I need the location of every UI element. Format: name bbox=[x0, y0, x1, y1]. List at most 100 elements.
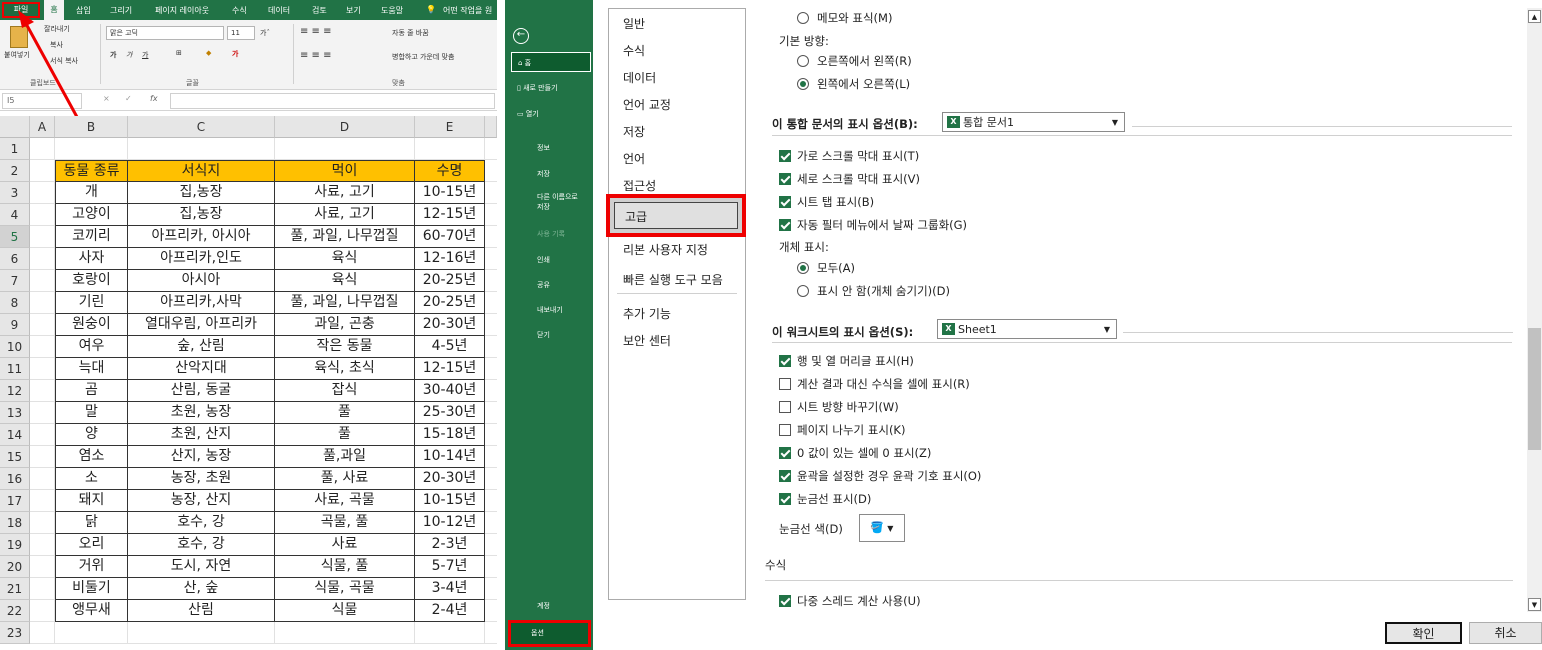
table-cell[interactable]: 12-16년 bbox=[415, 248, 485, 270]
table-cell[interactable]: 소 bbox=[55, 468, 128, 490]
row-header-2[interactable]: 2 bbox=[0, 160, 30, 182]
table-cell[interactable]: 산, 숲 bbox=[128, 578, 275, 600]
table-cell[interactable]: 개 bbox=[55, 182, 128, 204]
table-cell[interactable]: 초원, 농장 bbox=[128, 402, 275, 424]
backstage-save[interactable]: 저장 bbox=[531, 164, 611, 184]
backstage-options[interactable]: 옵션 bbox=[508, 620, 591, 647]
checkbox-checked[interactable] bbox=[779, 447, 791, 459]
tab-data[interactable]: 데이터 bbox=[268, 5, 290, 16]
table-cell[interactable]: 10-12년 bbox=[415, 512, 485, 534]
table-cell[interactable]: 고양이 bbox=[55, 204, 128, 226]
nav-proofing[interactable]: 언어 교정 bbox=[623, 96, 671, 113]
table-cell[interactable]: 호수, 강 bbox=[128, 534, 275, 556]
table-cell[interactable]: 30-40년 bbox=[415, 380, 485, 402]
table-cell[interactable]: 오리 bbox=[55, 534, 128, 556]
option-sheet-tabs[interactable]: 시트 탭 표시(B) bbox=[779, 194, 874, 210]
table-cell[interactable]: 열대우림, 아프리카 bbox=[128, 314, 275, 336]
table-cell[interactable]: 10-15년 bbox=[415, 182, 485, 204]
row-header-13[interactable]: 13 bbox=[0, 402, 30, 424]
tab-view[interactable]: 보기 bbox=[346, 5, 361, 16]
cancel-button[interactable]: 취소 bbox=[1469, 622, 1542, 644]
row-header-19[interactable]: 19 bbox=[0, 534, 30, 556]
table-cell[interactable]: 4-5년 bbox=[415, 336, 485, 358]
tab-review[interactable]: 검토 bbox=[312, 5, 327, 16]
align-top-icon[interactable]: ≡ ≡ ≡ bbox=[300, 26, 332, 37]
table-cell[interactable]: 20-30년 bbox=[415, 314, 485, 336]
option-memo-indicator[interactable]: 메모와 표식(M) bbox=[797, 10, 892, 26]
column-header-f[interactable] bbox=[485, 116, 497, 138]
nav-customize-ribbon[interactable]: 리본 사용자 지정 bbox=[623, 241, 708, 258]
table-cell[interactable]: 농장, 산지 bbox=[128, 490, 275, 512]
table-cell[interactable]: 아프리카,사막 bbox=[128, 292, 275, 314]
table-cell[interactable]: 도시, 자연 bbox=[128, 556, 275, 578]
row-header-1[interactable]: 1 bbox=[0, 138, 30, 160]
table-cell[interactable]: 과일, 곤충 bbox=[275, 314, 415, 336]
checkbox-checked[interactable] bbox=[779, 595, 791, 607]
table-cell[interactable]: 산악지대 bbox=[128, 358, 275, 380]
option-objects-all[interactable]: 모두(A) bbox=[797, 260, 855, 276]
table-cell[interactable]: 돼지 bbox=[55, 490, 128, 512]
grow-font-icon[interactable]: 가ˆ bbox=[260, 28, 270, 38]
insert-function-button[interactable]: fx bbox=[150, 94, 158, 103]
scroll-thumb[interactable] bbox=[1528, 328, 1541, 450]
table-cell[interactable]: 늑대 bbox=[55, 358, 128, 380]
table-cell[interactable]: 사료, 고기 bbox=[275, 204, 415, 226]
table-cell[interactable]: 5-7년 bbox=[415, 556, 485, 578]
font-color-icon[interactable]: 가 bbox=[232, 49, 238, 59]
underline-button[interactable]: 가 bbox=[142, 50, 148, 60]
column-header-e[interactable]: E bbox=[415, 116, 485, 138]
checkbox[interactable] bbox=[779, 424, 791, 436]
table-cell[interactable]: 호수, 강 bbox=[128, 512, 275, 534]
table-cell[interactable]: 작은 동물 bbox=[275, 336, 415, 358]
table-cell[interactable]: 집,농장 bbox=[128, 204, 275, 226]
backstage-close[interactable]: 닫기 bbox=[531, 325, 611, 345]
table-cell[interactable]: 곰 bbox=[55, 380, 128, 402]
table-cell[interactable]: 염소 bbox=[55, 446, 128, 468]
table-cell[interactable]: 앵무새 bbox=[55, 600, 128, 622]
scroll-up-icon[interactable]: ▲ bbox=[1528, 10, 1541, 23]
table-header-cell[interactable]: 먹이 bbox=[275, 160, 415, 182]
table-cell[interactable]: 말 bbox=[55, 402, 128, 424]
option-rtl-sheet[interactable]: 시트 방향 바꾸기(W) bbox=[779, 399, 899, 415]
table-cell[interactable]: 12-15년 bbox=[415, 204, 485, 226]
italic-button[interactable]: 가 bbox=[126, 50, 132, 60]
table-cell[interactable]: 코끼리 bbox=[55, 226, 128, 248]
options-scrollbar[interactable]: ▲ ▼ bbox=[1527, 8, 1542, 612]
checkbox-checked[interactable] bbox=[779, 219, 791, 231]
table-cell[interactable]: 비둘기 bbox=[55, 578, 128, 600]
checkbox-checked[interactable] bbox=[779, 493, 791, 505]
option-objects-none[interactable]: 표시 안 함(개체 숨기기)(D) bbox=[797, 283, 950, 299]
backstage-account[interactable]: 계정 bbox=[531, 596, 611, 616]
option-page-breaks[interactable]: 페이지 나누기 표시(K) bbox=[779, 422, 905, 438]
table-cell[interactable]: 호랑이 bbox=[55, 270, 128, 292]
row-header-16[interactable]: 16 bbox=[0, 468, 30, 490]
table-cell[interactable]: 육식, 초식 bbox=[275, 358, 415, 380]
table-cell[interactable]: 집,농장 bbox=[128, 182, 275, 204]
merge-center-button[interactable]: 병합하고 가운데 맞춤 bbox=[392, 52, 454, 62]
table-cell[interactable]: 풀,과일 bbox=[275, 446, 415, 468]
row-header-12[interactable]: 12 bbox=[0, 380, 30, 402]
row-header-23[interactable]: 23 bbox=[0, 622, 30, 644]
table-cell[interactable]: 20-25년 bbox=[415, 292, 485, 314]
table-cell[interactable]: 양 bbox=[55, 424, 128, 446]
table-cell[interactable]: 아프리카,인도 bbox=[128, 248, 275, 270]
row-header-17[interactable]: 17 bbox=[0, 490, 30, 512]
table-cell[interactable]: 농장, 초원 bbox=[128, 468, 275, 490]
row-header-20[interactable]: 20 bbox=[0, 556, 30, 578]
table-header-cell[interactable]: 서식지 bbox=[128, 160, 275, 182]
table-cell[interactable]: 사료, 곡물 bbox=[275, 490, 415, 512]
enter-entry-icon[interactable]: ✓ bbox=[125, 94, 132, 103]
nav-data[interactable]: 데이터 bbox=[623, 69, 656, 86]
checkbox[interactable] bbox=[779, 378, 791, 390]
option-group-dates[interactable]: 자동 필터 메뉴에서 날짜 그룹화(G) bbox=[779, 217, 967, 233]
table-cell[interactable]: 사료 bbox=[275, 534, 415, 556]
row-header-9[interactable]: 9 bbox=[0, 314, 30, 336]
option-outline-symbols[interactable]: 윤곽을 설정한 경우 윤곽 기호 표시(O) bbox=[779, 468, 981, 484]
table-cell[interactable]: 여우 bbox=[55, 336, 128, 358]
table-cell[interactable]: 10-14년 bbox=[415, 446, 485, 468]
row-header-6[interactable]: 6 bbox=[0, 248, 30, 270]
checkbox[interactable] bbox=[779, 401, 791, 413]
table-cell[interactable]: 2-3년 bbox=[415, 534, 485, 556]
nav-accessibility[interactable]: 접근성 bbox=[623, 177, 656, 194]
table-cell[interactable]: 식물 bbox=[275, 600, 415, 622]
